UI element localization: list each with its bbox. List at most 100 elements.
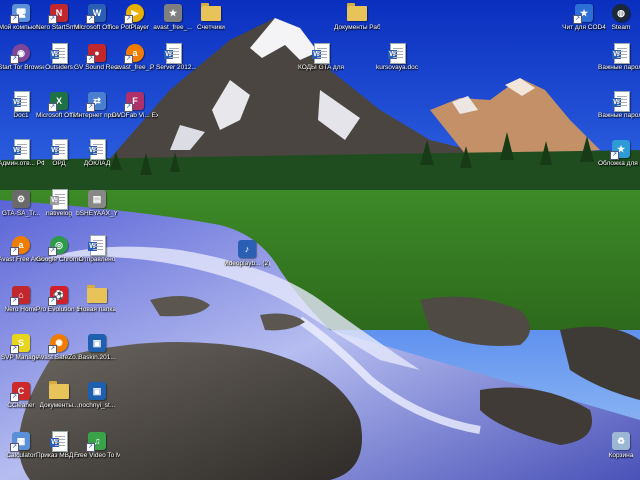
desktop-icon-baskin[interactable]: ▣ Baskin.201... (76, 330, 118, 370)
desktop-icon-potplayer[interactable]: ▶ ↗ PotPlayer (114, 0, 156, 40)
desktop-icon-avast-safezone[interactable]: ✺ ↗ Avast SafeZo... (37, 330, 81, 370)
desktop-icon-korzina[interactable]: ♻ Корзина (600, 428, 640, 468)
desktop-icon-vazhnye-paroli-2[interactable]: WВажные пароли 2 (598, 40, 640, 80)
desktop-icon-videoplayback[interactable]: ♪ videoplayb... (2) (224, 236, 270, 276)
desktop-icon-label: nativelog (45, 210, 73, 217)
desktop-icon-ms-office-word[interactable]: W↗Microsoft Office Wo... (74, 0, 120, 40)
desktop-icon-label: Nero Home (4, 306, 38, 313)
svp-icon: S ↗ (10, 332, 32, 354)
shortcut-arrow-icon: ↗ (48, 15, 57, 24)
desktop-icon-dvdfab[interactable]: F↗DVDFab Vi... Extractor (112, 88, 158, 128)
desktop-icon-dokumenty[interactable]: Документы... (38, 378, 80, 418)
network-icon: ⇄ ↗ (86, 90, 108, 112)
shortcut-arrow-icon: ↗ (10, 393, 19, 402)
word-icon: W ↗ (86, 2, 108, 24)
desktop-icon-label: avast_free_... (153, 24, 193, 31)
desktop-icon-vazhnye-paroli[interactable]: WВажные пароли (598, 88, 640, 128)
shortcut-icon: ★ ↗ (610, 138, 632, 160)
pes-icon: ⚽ ↗ (48, 284, 70, 306)
desktop-icon-label: Счетчики (197, 24, 225, 31)
desktop-icon-nativelog[interactable]: Wnativelog (38, 186, 80, 226)
document-icon: W (10, 138, 32, 160)
desktop-icon-doc1[interactable]: W Doc1 (0, 88, 42, 128)
folder-icon (200, 2, 222, 24)
desktop-icon-label: Baskin.201... (78, 354, 116, 361)
shortcut-arrow-icon: ↗ (10, 55, 19, 64)
shortcut-arrow-icon: ↗ (10, 15, 19, 24)
shortcut-arrow-icon: ↗ (86, 15, 95, 24)
folder-icon (346, 2, 368, 24)
desktop-icon-otpravleno[interactable]: W Отправлено (76, 232, 118, 272)
desktop-icon-oblozhka-video[interactable]: ★↗Обложка для видео (598, 136, 640, 176)
desktop-icon-admin-otv[interactable]: W Админ.отв... РФ (0, 136, 44, 176)
desktop-icon-nochnyi[interactable]: ▣ nochnyi_st... (76, 378, 118, 418)
desktop-icon-kody-gta[interactable]: WКОДЫ GTA для ламер... (298, 40, 344, 80)
shortcut-icon: ★ (162, 2, 184, 24)
dvdfab-icon: F ↗ (124, 90, 146, 112)
desktop-icon-label: bSHEYAAX_Y (76, 210, 118, 217)
document-icon: W (48, 430, 70, 452)
gear-icon: ⚙ (10, 188, 32, 210)
recorder-icon: ● ↗ (86, 42, 108, 64)
desktop-icon-ms-office-excel[interactable]: X↗Microsoft Office Exc... (36, 88, 82, 128)
desktop-icon-gta-sa-trainer[interactable]: ⚙ GTA-SA_Tr... (0, 186, 42, 226)
desktop-icon-google-chrome[interactable]: ◎ ↗ Google Chrome (36, 232, 82, 272)
desktop-icon-nero-home[interactable]: ⌂ ↗ Nero Home (0, 282, 42, 322)
desktop-icon-start-tor-browser[interactable]: ◉↗Start Tor Browser (0, 40, 44, 80)
shortcut-arrow-icon: ↗ (86, 103, 95, 112)
recycle-bin-icon: ♻ (610, 430, 632, 452)
document-icon: W (386, 42, 408, 64)
nero-home-icon: ⌂ ↗ (10, 284, 32, 306)
desktop-icon-label: Doc1 (13, 112, 29, 119)
desktop-icon-pes-2009[interactable]: ⚽↗Pro Evolution Soccer 2009 (36, 282, 82, 322)
desktop-icon-label: КОДЫ GTA для ламер... (298, 64, 344, 71)
desktop-icon-p-server[interactable]: WP Server 2012... (150, 40, 196, 80)
shortcut-arrow-icon: ↗ (10, 443, 19, 452)
shortcut-arrow-icon: ↗ (48, 247, 57, 256)
mp3-icon: ♫ ↗ (86, 430, 108, 452)
desktop-icon-ord[interactable]: W ОРД (38, 136, 80, 176)
desktop-icon-label: Outsiders (45, 64, 73, 71)
desktop-icon-schetchiki[interactable]: Счетчики (190, 0, 232, 40)
desktop-icon-prikaz-mvd[interactable]: WПриказ МВД от 02 (36, 428, 82, 468)
desktop-icon-avast-free[interactable]: ★ avast_free_... (152, 0, 194, 40)
desktop-icon-label: Документы Работы (334, 24, 380, 31)
desktop-icon-outsiders[interactable]: W Outsiders (38, 40, 80, 80)
avast-icon: a ↗ (10, 234, 32, 256)
desktop-icon-free-video-to-mp3[interactable]: ♫↗Free Video To MP3... (74, 428, 120, 468)
steam-icon: ◍ (610, 2, 632, 24)
document-icon: W (86, 138, 108, 160)
desktop-icon-calculator[interactable]: ▦ ↗ Calculator (0, 428, 42, 468)
desktop-icon-bshey-axx[interactable]: ▤ bSHEYAAX_Y (76, 186, 118, 226)
desktop-icon-gv-sound-recorder[interactable]: ●↗GV Sound Recorder (74, 40, 120, 80)
video-file-icon: ▣ (86, 332, 108, 354)
desktop-icon-label: Calculator (6, 452, 36, 459)
music-file-icon: ♪ (236, 238, 258, 260)
desktop-icon-label: avast_free_... (115, 64, 155, 71)
desktop: 🖥 ↗ Мой компьют... N ↗ Nero StartSmart W ↗ Micro… (0, 0, 640, 480)
video-file-icon: ▣ (86, 380, 108, 402)
desktop-icon-chit-codi4[interactable]: ★ ↗ Чит для COD4 (562, 0, 606, 40)
desktop-icon-kursovaya[interactable]: Wkursovaya.doc (376, 40, 418, 80)
shortcut-arrow-icon: ↗ (86, 443, 95, 452)
shortcut-arrow-icon: ↗ (10, 345, 19, 354)
document-icon: W (10, 90, 32, 112)
desktop-icon-internet-pryamye[interactable]: ⇄↗Интернет прямые... (74, 88, 120, 128)
desktop-icon-avast-antivirus[interactable]: a↗Avast Free Antivirus (0, 232, 44, 272)
desktop-icon-svp-manager[interactable]: S ↗ SVP Manager (0, 330, 42, 370)
excel-icon: X ↗ (48, 90, 70, 112)
desktop-icon-dokumenty-raboty[interactable]: Документы Работы (334, 0, 380, 40)
desktop-icon-novaya-papka[interactable]: Новая папка (76, 282, 118, 322)
document-icon: W (48, 42, 70, 64)
desktop-icon-label: Free Video To MP3... (74, 452, 120, 459)
desktop-icon-nero-startsmart[interactable]: N ↗ Nero StartSmart (36, 0, 82, 40)
desktop-icon-avast-free-2[interactable]: a ↗ avast_free_... (114, 40, 156, 80)
document-icon: W (610, 42, 632, 64)
computer-icon: 🖥 ↗ (10, 2, 32, 24)
shortcut-arrow-icon: ↗ (10, 247, 19, 256)
desktop-icon-label: P Server 2012... (150, 64, 196, 71)
desktop-icon-steam[interactable]: ◍ Steam (600, 0, 640, 40)
desktop-icon-ccleaner[interactable]: C ↗ CCleaner (0, 378, 42, 418)
desktop-icon-moi-kompyuter[interactable]: 🖥 ↗ Мой компьют... (0, 0, 43, 40)
desktop-icon-doklad[interactable]: W ДОКЛАД (76, 136, 118, 176)
